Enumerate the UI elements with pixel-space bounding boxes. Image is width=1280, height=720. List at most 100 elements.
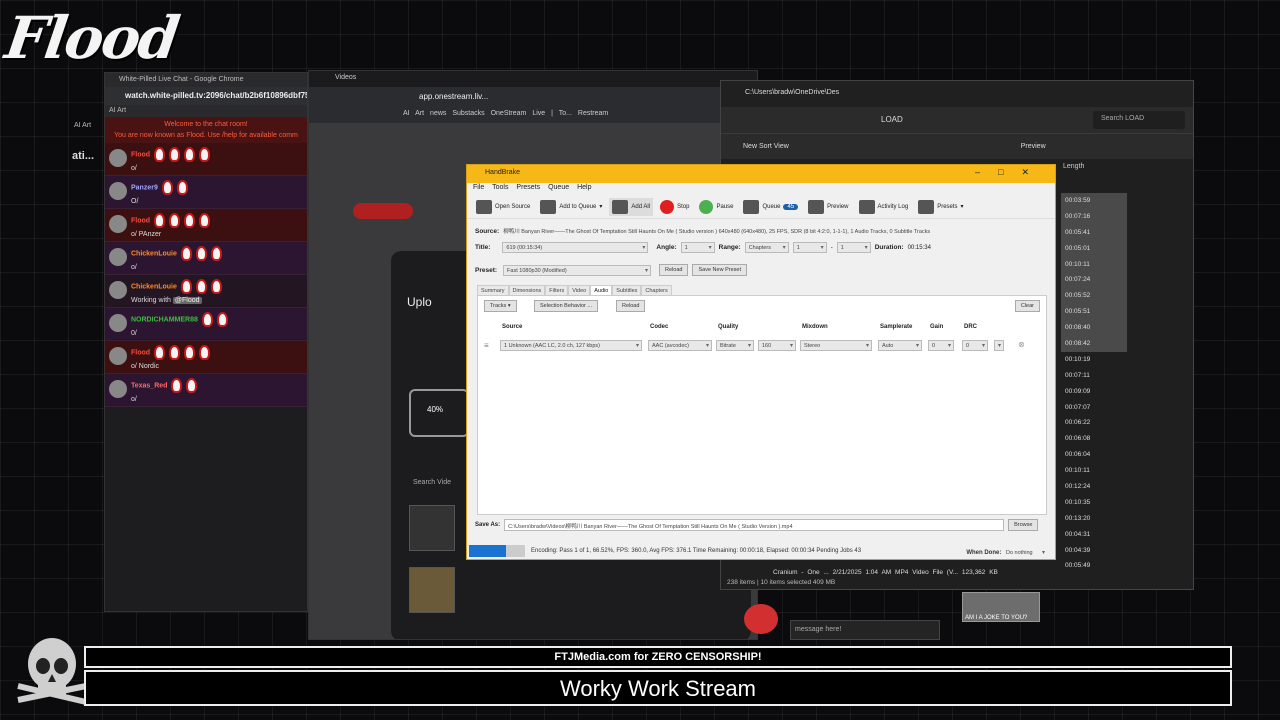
chat-username[interactable]: Panzer9 (131, 184, 158, 191)
pause-button[interactable]: Pause (696, 198, 736, 216)
window-controls[interactable]: –□✕ (975, 167, 1047, 178)
queue-button[interactable]: Queue 45 (740, 198, 801, 216)
file-length-cell[interactable]: 00:07:07 (1061, 400, 1127, 416)
file-length-cell[interactable]: 00:08:40 (1061, 320, 1127, 337)
open-source-button[interactable]: Open Source (473, 198, 533, 216)
user-avatar-icon[interactable] (109, 314, 127, 332)
side-bookmark[interactable]: AI Art (74, 122, 91, 129)
user-avatar-icon[interactable] (109, 215, 127, 233)
save-as-input[interactable]: C:\Users\bradw\Videos\柳鸭川 Banyan River——… (504, 519, 1005, 531)
range-from-select[interactable]: 1 (792, 242, 827, 253)
clear-button[interactable]: Clear (1014, 300, 1040, 312)
explorer-file-row[interactable]: Cranium - One ... 2/21/2025 1:04 AM MP4 … (773, 569, 998, 576)
tracks-button[interactable]: Tracks ▾ (484, 300, 517, 312)
red-header-button[interactable] (353, 203, 413, 219)
file-length-cell[interactable]: 00:05:41 (1061, 224, 1127, 241)
menu-tools[interactable]: Tools (492, 184, 508, 191)
reload-preset-button[interactable]: Reload (659, 264, 689, 276)
user-avatar-icon[interactable] (109, 380, 127, 398)
track-quality-mode-select[interactable]: Bitrate (716, 340, 754, 351)
preview-button[interactable]: Preview (805, 198, 851, 216)
explorer-preview-button[interactable]: Preview (1021, 143, 1046, 150)
onestream-address-bar[interactable]: app.onestream.liv... (309, 87, 757, 107)
explorer-search-input[interactable]: Search LOAD (1093, 111, 1185, 129)
file-length-cell[interactable]: 00:05:52 (1061, 288, 1127, 305)
file-length-cell[interactable]: 00:06:08 (1061, 431, 1127, 447)
file-length-cell[interactable]: 00:05:01 (1061, 240, 1127, 257)
add-to-queue-button[interactable]: Add to Queue ▾ (537, 198, 605, 216)
menu-file[interactable]: File (473, 184, 484, 191)
track-source-select[interactable]: 1 Unknown (AAC LC, 2.0 ch, 127 kbps) (500, 340, 642, 351)
range-select[interactable]: Chapters (744, 242, 789, 253)
chat-bookmark[interactable]: AI Art (105, 105, 307, 117)
drag-handle-icon[interactable]: ≡ (484, 341, 489, 350)
length-column-header[interactable]: Length (1063, 163, 1084, 170)
audio-reload-button[interactable]: Reload (616, 300, 646, 312)
file-length-cell[interactable]: 00:10:11 (1061, 256, 1127, 273)
chat-username[interactable]: Flood (131, 349, 150, 356)
user-avatar-icon[interactable] (109, 149, 127, 167)
file-length-cell[interactable]: 00:12:24 (1061, 479, 1127, 495)
angle-select[interactable]: 1 (680, 242, 715, 253)
notification-button[interactable] (744, 604, 778, 634)
track-bitrate-select[interactable]: 160 (758, 340, 796, 351)
chat-username[interactable]: ChickenLouie (131, 283, 177, 290)
video-thumbnail[interactable] (409, 505, 455, 551)
file-length-cell[interactable]: 00:04:39 (1061, 543, 1127, 559)
activity-log-button[interactable]: Activity Log (856, 198, 912, 216)
user-avatar-icon[interactable] (109, 347, 127, 365)
file-length-cell[interactable]: 00:03:59 (1061, 193, 1127, 209)
message-input[interactable]: message here! (790, 620, 940, 640)
track-codec-select[interactable]: AAC (avcodec) (648, 340, 712, 351)
file-length-cell[interactable]: 00:07:11 (1061, 368, 1127, 384)
selection-behavior-button[interactable]: Selection Behavior ... (534, 300, 598, 312)
track-extra-select[interactable] (994, 340, 1004, 351)
menu-presets[interactable]: Presets (516, 184, 540, 191)
track-mixdown-select[interactable]: Stereo (800, 340, 872, 351)
explorer-path-tab[interactable]: C:\Users\bradw\OneDrive\Des (721, 81, 1193, 107)
file-length-cell[interactable]: 00:10:35 (1061, 495, 1127, 511)
file-length-cell[interactable]: 00:10:19 (1061, 352, 1127, 368)
file-length-cell[interactable]: 00:07:16 (1061, 208, 1127, 225)
stop-button[interactable]: Stop (657, 198, 692, 216)
browse-button[interactable]: Browse (1008, 519, 1039, 531)
file-length-cell[interactable]: 00:05:51 (1061, 304, 1127, 321)
presets-button[interactable]: Presets ▾ (915, 198, 966, 216)
bookmarks-bar[interactable]: AI Art news Substacks OneStream Live | T… (309, 107, 757, 123)
range-to-select[interactable]: 1 (836, 242, 871, 253)
chat-username[interactable]: Flood (131, 217, 150, 224)
file-length-cell[interactable]: 00:13:20 (1061, 511, 1127, 527)
chat-username[interactable]: NORDICHAMMER88 (131, 316, 198, 323)
file-length-cell[interactable]: 00:05:49 (1061, 558, 1127, 574)
user-avatar-icon[interactable] (109, 281, 127, 299)
add-all-button[interactable]: Add All (609, 197, 654, 216)
menu-queue[interactable]: Queue (548, 184, 569, 191)
explorer-toolbar-items[interactable]: New Sort View (743, 143, 789, 150)
chat-username[interactable]: ChickenLouie (131, 250, 177, 257)
explorer-breadcrumb[interactable]: LOAD (881, 115, 903, 124)
chat-mention[interactable]: @Flood (172, 297, 202, 304)
preset-select[interactable]: Fast 1080p30 (Modified) (503, 264, 652, 276)
file-length-cell[interactable]: 00:09:09 (1061, 384, 1127, 400)
file-length-cell[interactable]: 00:04:31 (1061, 527, 1127, 543)
video-thumbnail[interactable] (409, 567, 455, 613)
track-drc-input[interactable]: 0 (962, 340, 988, 351)
chat-username[interactable]: Flood (131, 151, 150, 158)
menu-help[interactable]: Help (577, 184, 591, 191)
file-length-cell[interactable]: 00:10:11 (1061, 463, 1127, 479)
file-length-cell[interactable]: 00:06:04 (1061, 447, 1127, 463)
chat-address-bar[interactable]: watch.white-pilled.tv:2096/chat/b2b6f108… (105, 87, 307, 105)
side-tab-text[interactable]: ati... (72, 150, 94, 162)
title-select[interactable]: 619 (00:15:34) (502, 242, 649, 253)
chat-username[interactable]: Texas_Red (131, 382, 167, 389)
track-samplerate-select[interactable]: Auto (878, 340, 922, 351)
user-avatar-icon[interactable] (109, 182, 127, 200)
file-length-cell[interactable]: 00:08:42 (1061, 336, 1127, 352)
track-gain-input[interactable]: 0 (928, 340, 954, 351)
when-done-select[interactable]: Do nothing (1003, 548, 1047, 559)
file-length-cell[interactable]: 00:07:24 (1061, 272, 1127, 289)
browser-tab-videos[interactable]: Videos (309, 71, 757, 87)
search-videos-input[interactable]: Search Vide (413, 479, 451, 486)
file-length-cell[interactable]: 00:06:22 (1061, 415, 1127, 431)
user-avatar-icon[interactable] (109, 248, 127, 266)
